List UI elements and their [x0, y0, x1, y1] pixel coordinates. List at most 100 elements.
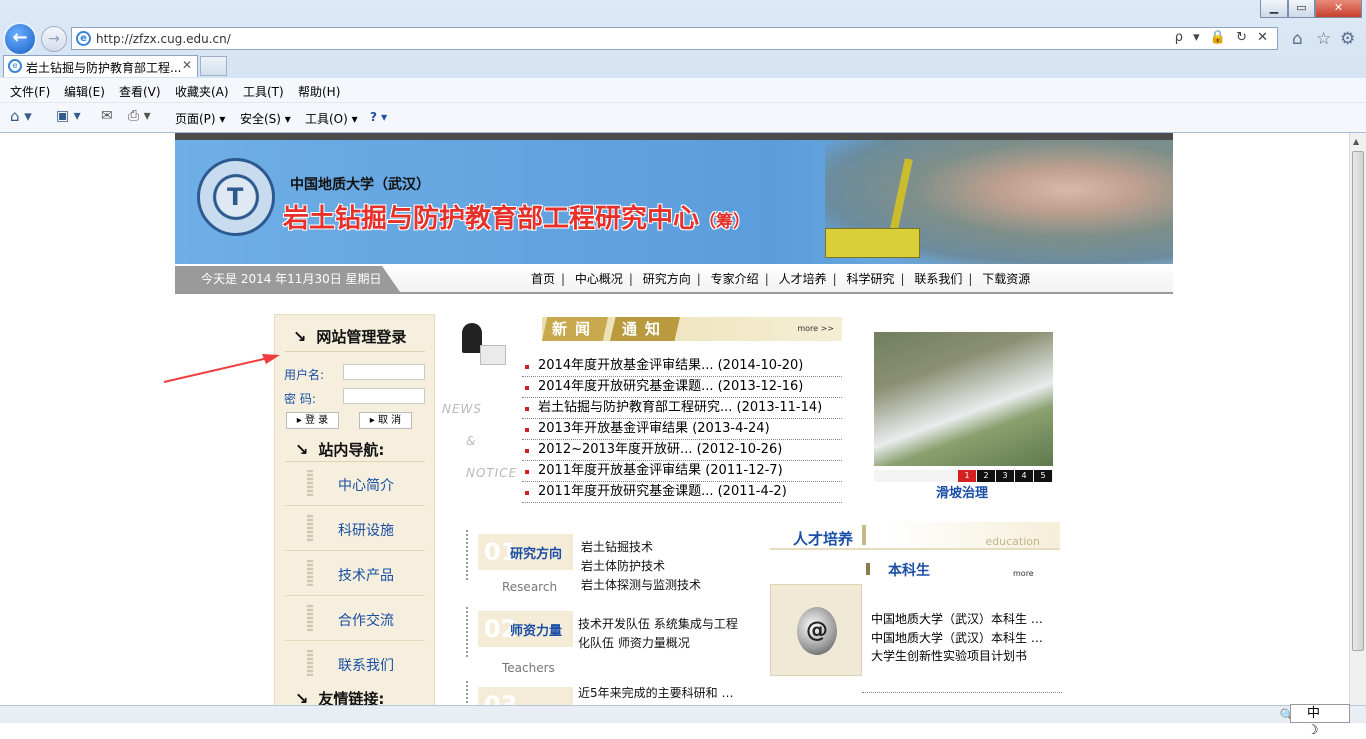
- scrollbar-thumb[interactable]: [1352, 151, 1364, 651]
- browser-chrome: ▁ ▭ ✕ ← → e ρ ▾ 🔒 ↻ ✕ ⌂ ☆ ⚙ e 岩土钻掘与防护教育部…: [0, 0, 1366, 133]
- research-box[interactable]: 01 研究方向: [478, 534, 573, 570]
- home-icon[interactable]: ⌂: [1292, 29, 1303, 49]
- talent-item[interactable]: 大学生创新性实验项目计划书: [871, 647, 1043, 666]
- tab-close-icon[interactable]: ✕: [182, 58, 192, 72]
- password-input[interactable]: [343, 388, 425, 404]
- tab-title: 岩土钻掘与防护教育部工程...: [26, 61, 182, 75]
- news-item[interactable]: 2014年度开放研究基金课题... (2013-12-16): [522, 377, 842, 398]
- slide-page-button[interactable]: 4: [1015, 470, 1033, 482]
- news-side-label: NEWS: [442, 402, 483, 416]
- menu-bar: 文件(F) 编辑(E) 查看(V) 收藏夹(A) 工具(T) 帮助(H): [0, 78, 1366, 102]
- settings-gear-icon[interactable]: ⚙: [1340, 29, 1355, 49]
- news-section: 新闻 通知 more >> NEWS & NOTICE 2014年度开放基金评审…: [440, 315, 850, 515]
- menu-tools[interactable]: 工具(T): [243, 83, 284, 100]
- news-item[interactable]: 2011年度开放研究基金课题... (2011-4-2): [522, 482, 842, 503]
- slide-page-button[interactable]: 3: [996, 470, 1014, 482]
- output-box[interactable]: 03: [478, 687, 573, 705]
- new-tab-button[interactable]: [200, 56, 227, 76]
- news-more-link[interactable]: more >>: [797, 324, 834, 333]
- maximize-button[interactable]: ▭: [1288, 0, 1315, 18]
- forward-button[interactable]: →: [41, 26, 67, 52]
- news-item[interactable]: 2013年开放基金评审结果 (2013-4-24): [522, 419, 842, 440]
- slide-page-button[interactable]: 2: [977, 470, 995, 482]
- undergrad-title[interactable]: 本科生: [888, 560, 930, 580]
- cancel-button[interactable]: ▸ 取 消: [359, 412, 412, 429]
- url-input[interactable]: [96, 30, 1186, 47]
- sidebar-item-contact[interactable]: 联系我们: [285, 642, 425, 686]
- research-en-label: Research: [502, 580, 558, 594]
- sidebar-item-products[interactable]: 技术产品: [285, 552, 425, 596]
- tab-notice[interactable]: 通知: [610, 317, 680, 341]
- close-window-button[interactable]: ✕: [1315, 0, 1362, 18]
- sidebar-item-facilities[interactable]: 科研设施: [285, 507, 425, 551]
- ie-page-icon: e: [76, 31, 91, 46]
- news-item[interactable]: 岩土钻掘与防护教育部工程研究... (2013-11-14): [522, 398, 842, 419]
- nav-experts[interactable]: 专家介绍: [705, 272, 765, 286]
- talent-title[interactable]: 人才培养: [793, 528, 853, 549]
- favorites-star-icon[interactable]: ☆: [1316, 29, 1331, 49]
- nav-home[interactable]: 首页: [525, 272, 561, 286]
- cmd-safety[interactable]: 安全(S) ▾: [240, 110, 291, 127]
- date-display: 今天是 2014 年11月30日 星期日: [175, 266, 400, 292]
- news-item[interactable]: 2012~2013年度开放研... (2012-10-26): [522, 440, 842, 461]
- faculty-topics: 技术开发队伍 系统集成与工程 化队伍 师资力量概况: [578, 617, 738, 650]
- login-button[interactable]: ▸ 登 录: [286, 412, 339, 429]
- feeds-icon[interactable]: ▣ ▾: [56, 108, 81, 124]
- main-nav: 今天是 2014 年11月30日 星期日 首页 | 中心概况 | 研究方向 | 专家介…: [175, 264, 1173, 294]
- tab-favicon-icon: e: [8, 59, 22, 73]
- talent-item[interactable]: 中国地质大学（武汉）本科生 …: [871, 629, 1043, 648]
- nav-downloads[interactable]: 下载资源: [976, 272, 1036, 286]
- nav-contact[interactable]: 联系我们: [908, 272, 968, 286]
- news-tabs: 新闻 通知 more >>: [542, 317, 842, 341]
- site-banner: T 中国地质大学（武汉） 岩土钻掘与防护教育部工程研究中心（筹）: [175, 133, 1173, 264]
- ime-indicator[interactable]: 中 ☽: [1290, 704, 1350, 738]
- talent-section: 人才培养 education 本科生 more @ 中国地质大学（武汉）本科生 …: [770, 520, 1062, 695]
- talent-item[interactable]: 中国地质大学（武汉）本科生 …: [871, 610, 1043, 629]
- news-item[interactable]: 2011年度开放基金评审结果 (2011-12-7): [522, 461, 842, 482]
- slideshow-caption[interactable]: 滑坡治理: [936, 482, 988, 501]
- menu-file[interactable]: 文件(F): [10, 83, 50, 100]
- sidebar-item-cooperation[interactable]: 合作交流: [285, 597, 425, 641]
- nav-talent[interactable]: 人才培养: [773, 272, 833, 286]
- menu-view[interactable]: 查看(V): [119, 83, 161, 100]
- mail-icon[interactable]: ✉: [101, 108, 113, 124]
- faculty-box[interactable]: 02 师资力量: [478, 611, 573, 647]
- back-button[interactable]: ←: [3, 22, 37, 56]
- browser-tab[interactable]: e 岩土钻掘与防护教育部工程... ✕: [3, 55, 198, 77]
- slide-page-button[interactable]: 5: [1034, 470, 1052, 482]
- talent-list: 中国地质大学（武汉）本科生 … 中国地质大学（武汉）本科生 … 大学生创新性实验…: [871, 610, 1043, 666]
- notice-side-label: NOTICE: [466, 466, 518, 480]
- help-icon[interactable]: ? ▾: [370, 110, 387, 124]
- tab-news[interactable]: 新闻: [542, 317, 608, 341]
- news-list: 2014年度开放基金评审结果... (2014-10-20) 2014年度开放研…: [522, 356, 842, 503]
- nav-science[interactable]: 科学研究: [840, 272, 900, 286]
- nav-research[interactable]: 研究方向: [637, 272, 697, 286]
- talent-more-link[interactable]: more: [1013, 569, 1034, 578]
- annotation-arrow-icon: [163, 354, 280, 383]
- cmd-tools[interactable]: 工具(O) ▾: [305, 110, 358, 127]
- minimize-button[interactable]: ▁: [1260, 0, 1288, 18]
- menu-favorites[interactable]: 收藏夹(A): [175, 83, 229, 100]
- news-item[interactable]: 2014年度开放基金评审结果... (2014-10-20): [522, 356, 842, 377]
- print-icon[interactable]: ⎙ ▾: [128, 108, 151, 124]
- drill-rig: [825, 228, 920, 258]
- person-laptop-icon: [452, 323, 507, 368]
- address-tools[interactable]: ρ ▾ 🔒 ↻ ✕: [1175, 30, 1271, 45]
- scroll-up-icon[interactable]: ▲: [1353, 137, 1359, 146]
- university-name: 中国地质大学（武汉）: [290, 177, 430, 193]
- menu-edit[interactable]: 编辑(E): [64, 83, 105, 100]
- sidebar-item-intro[interactable]: 中心简介: [285, 462, 425, 506]
- center-suffix: （筹）: [699, 212, 751, 232]
- cmd-page[interactable]: 页面(P) ▾: [175, 110, 225, 127]
- research-topics: 岩土钻掘技术 岩土体防护技术 岩土体探测与监测技术: [581, 540, 702, 592]
- slide-page-button[interactable]: 1: [958, 470, 976, 482]
- address-bar[interactable]: e ρ ▾ 🔒 ↻ ✕: [71, 27, 1278, 50]
- nav-overview[interactable]: 中心概况: [569, 272, 629, 286]
- cmd-home-icon[interactable]: ⌂ ▾: [10, 107, 32, 125]
- username-input[interactable]: [343, 364, 425, 380]
- slope-photo[interactable]: [874, 332, 1053, 466]
- vertical-scrollbar[interactable]: ▲: [1349, 133, 1366, 705]
- menu-help[interactable]: 帮助(H): [298, 83, 340, 100]
- status-bar: 🔍 1: [0, 705, 1366, 723]
- photo-slideshow: 1 2 3 4 5 滑坡治理: [874, 332, 1053, 501]
